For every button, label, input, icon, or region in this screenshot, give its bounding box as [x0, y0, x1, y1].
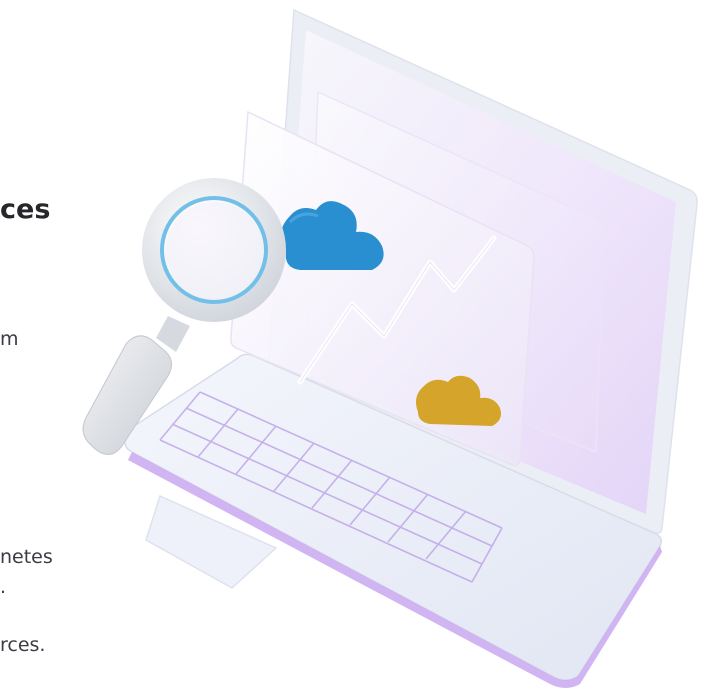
- laptop-analytics-illustration: [82, 8, 698, 688]
